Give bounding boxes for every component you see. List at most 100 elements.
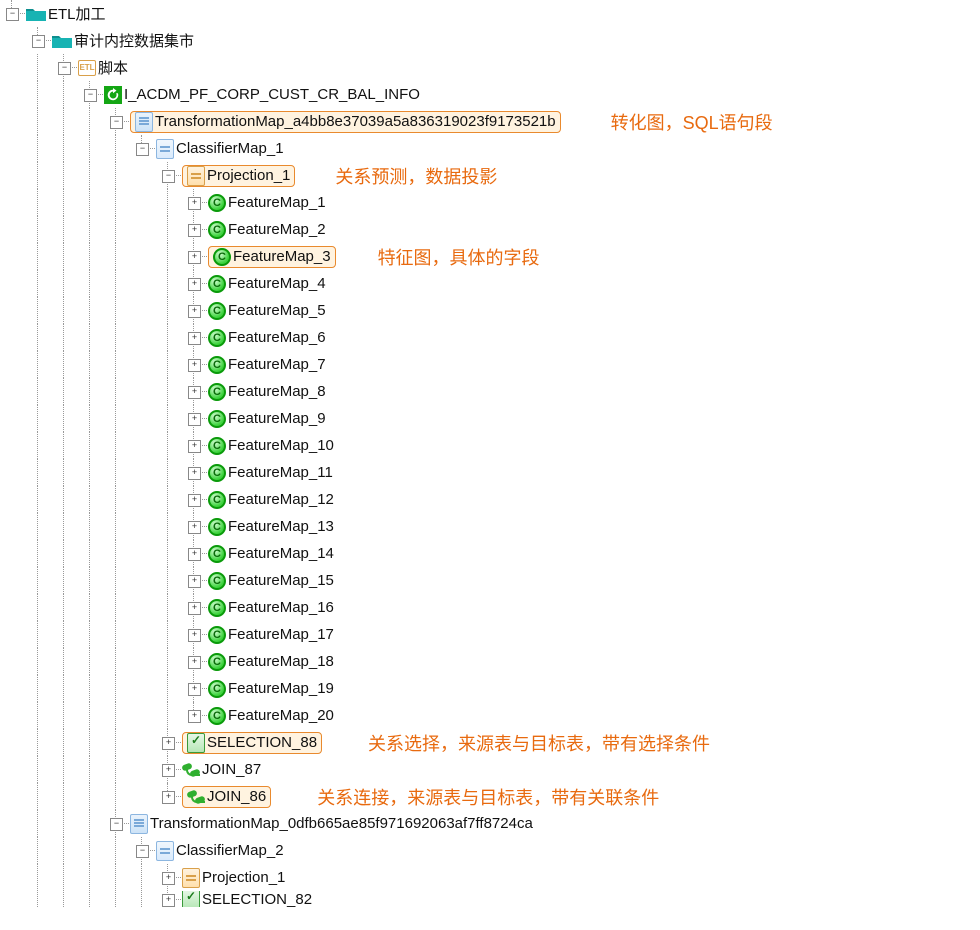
expand-icon[interactable]: + — [188, 602, 201, 615]
tree-node-feature-map[interactable]: +CFeatureMap_19 — [0, 675, 980, 702]
node-label: SELECTION_88 — [207, 734, 317, 751]
tree-node-transformation-map[interactable]: − TransformationMap_0dfb665ae85f97169206… — [0, 810, 980, 837]
tree-node-feature-map[interactable]: +CFeatureMap_13 — [0, 513, 980, 540]
tree-node-feature-map[interactable]: +CFeatureMap_4 — [0, 270, 980, 297]
tree-node-feature-map[interactable]: +CFeatureMap_3特征图，具体的字段 — [0, 243, 980, 270]
highlighted-node: SELECTION_88 — [182, 732, 322, 754]
tree-node-projection[interactable]: + Projection_1 — [0, 864, 980, 891]
node-label: SELECTION_82 — [202, 891, 312, 907]
tree-node-feature-map[interactable]: + CFeatureMap_6 — [0, 324, 980, 351]
collapse-icon[interactable]: − — [136, 845, 149, 858]
projection-icon — [187, 167, 205, 185]
node-label: Projection_1 — [202, 869, 285, 886]
tree-node-join[interactable]: + JOIN_86 关系连接，来源表与目标表，带有关联条件 — [0, 783, 980, 810]
refresh-icon — [104, 86, 122, 104]
node-label: FeatureMap_2 — [228, 221, 326, 238]
expand-icon[interactable]: + — [162, 872, 175, 885]
tree-node-feature-map[interactable]: +CFeatureMap_11 — [0, 459, 980, 486]
collapse-icon[interactable]: − — [32, 35, 45, 48]
expand-icon[interactable]: + — [188, 359, 201, 372]
expand-icon[interactable]: + — [188, 440, 201, 453]
node-label: FeatureMap_18 — [228, 653, 334, 670]
join-icon — [187, 788, 205, 806]
expand-icon[interactable]: + — [188, 332, 201, 345]
etl-icon: ETL — [78, 59, 96, 77]
feature-icon: C — [208, 410, 226, 428]
tree-node-feature-map[interactable]: +CFeatureMap_12 — [0, 486, 980, 513]
expand-icon[interactable]: + — [188, 548, 201, 561]
selection-icon — [187, 734, 205, 752]
collapse-icon[interactable]: − — [84, 89, 97, 102]
tree-node[interactable]: − I_ACDM_PF_CORP_CUST_CR_BAL_INFO — [0, 81, 980, 108]
node-label: FeatureMap_8 — [228, 383, 326, 400]
tree-node[interactable]: − ClassifierMap_2 — [0, 837, 980, 864]
tree-node-selection[interactable]: + SELECTION_82 — [0, 891, 980, 907]
tree-node-feature-map[interactable]: +CFeatureMap_1 — [0, 189, 980, 216]
collapse-icon[interactable]: − — [58, 62, 71, 75]
tree-node[interactable]: − 审计内控数据集市 — [0, 27, 980, 54]
tree-node-feature-map[interactable]: + CFeatureMap_5 — [0, 297, 980, 324]
tree-node-feature-map[interactable]: +CFeatureMap_16 — [0, 594, 980, 621]
tree-node-feature-map[interactable]: + CFeatureMap_2 — [0, 216, 980, 243]
expand-icon[interactable]: + — [188, 251, 201, 264]
node-label: FeatureMap_6 — [228, 329, 326, 346]
expand-icon[interactable]: + — [188, 197, 201, 210]
tree-node[interactable]: − ETL 脚本 — [0, 54, 980, 81]
expand-icon[interactable]: + — [188, 278, 201, 291]
folder-icon — [52, 32, 72, 50]
node-label: FeatureMap_10 — [228, 437, 334, 454]
node-label: ClassifierMap_1 — [176, 140, 284, 157]
expand-icon[interactable]: + — [188, 305, 201, 318]
tree-node-projection[interactable]: − Projection_1 关系预测，数据投影 — [0, 162, 980, 189]
feature-icon: C — [208, 545, 226, 563]
tree-node[interactable]: − ClassifierMap_1 — [0, 135, 980, 162]
expand-icon[interactable]: + — [162, 737, 175, 750]
tree-node-feature-map[interactable]: +CFeatureMap_15 — [0, 567, 980, 594]
expand-icon[interactable]: + — [188, 656, 201, 669]
node-label: FeatureMap_14 — [228, 545, 334, 562]
tree-node-feature-map[interactable]: +CFeatureMap_17 — [0, 621, 980, 648]
tree-node-feature-map[interactable]: +CFeatureMap_20 — [0, 702, 980, 729]
tree-node-join[interactable]: + JOIN_87 — [0, 756, 980, 783]
expand-icon[interactable]: + — [188, 521, 201, 534]
feature-icon: C — [208, 302, 226, 320]
feature-icon: C — [208, 221, 226, 239]
collapse-icon[interactable]: − — [162, 170, 175, 183]
expand-icon[interactable]: + — [188, 629, 201, 642]
tree-node-selection[interactable]: + SELECTION_88 关系选择，来源表与目标表，带有选择条件 — [0, 729, 980, 756]
tree-node-feature-map[interactable]: +CFeatureMap_7 — [0, 351, 980, 378]
selection-icon — [182, 891, 200, 907]
expand-icon[interactable]: + — [162, 791, 175, 804]
expand-icon[interactable]: + — [188, 413, 201, 426]
node-label: FeatureMap_1 — [228, 194, 326, 211]
tree-node-feature-map[interactable]: + CFeatureMap_14 — [0, 540, 980, 567]
expand-icon[interactable]: + — [188, 710, 201, 723]
expand-icon[interactable]: + — [188, 683, 201, 696]
tree-node-feature-map[interactable]: +CFeatureMap_10 — [0, 432, 980, 459]
expand-icon[interactable]: + — [188, 467, 201, 480]
tree-node-transformation-map[interactable]: − TransformationMap_a4bb8e37039a5a836319… — [0, 108, 980, 135]
feature-icon: C — [208, 329, 226, 347]
expand-icon[interactable]: + — [188, 386, 201, 399]
expand-icon[interactable]: + — [162, 894, 175, 907]
highlighted-node: JOIN_86 — [182, 786, 271, 808]
collapse-icon[interactable]: − — [136, 143, 149, 156]
node-label: JOIN_87 — [202, 761, 261, 778]
tree-node-feature-map[interactable]: +CFeatureMap_8 — [0, 378, 980, 405]
expand-icon[interactable]: + — [188, 494, 201, 507]
expand-icon[interactable]: + — [188, 575, 201, 588]
feature-icon: C — [208, 572, 226, 590]
collapse-icon[interactable]: − — [110, 116, 123, 129]
expand-icon[interactable]: + — [162, 764, 175, 777]
tree-view: − ETL加工 − 审计内控数据集市 − ETL 脚本 − I_ACDM_PF_… — [0, 0, 980, 907]
feature-icon: C — [208, 275, 226, 293]
collapse-icon[interactable]: − — [110, 818, 123, 831]
tree-node-root[interactable]: − ETL加工 — [0, 0, 980, 27]
tree-node-feature-map[interactable]: +CFeatureMap_9 — [0, 405, 980, 432]
node-label: FeatureMap_5 — [228, 302, 326, 319]
tree-node-feature-map[interactable]: +CFeatureMap_18 — [0, 648, 980, 675]
node-label: Projection_1 — [207, 167, 290, 184]
collapse-icon[interactable]: − — [6, 8, 19, 21]
highlighted-node: CFeatureMap_3 — [208, 246, 336, 268]
expand-icon[interactable]: + — [188, 224, 201, 237]
